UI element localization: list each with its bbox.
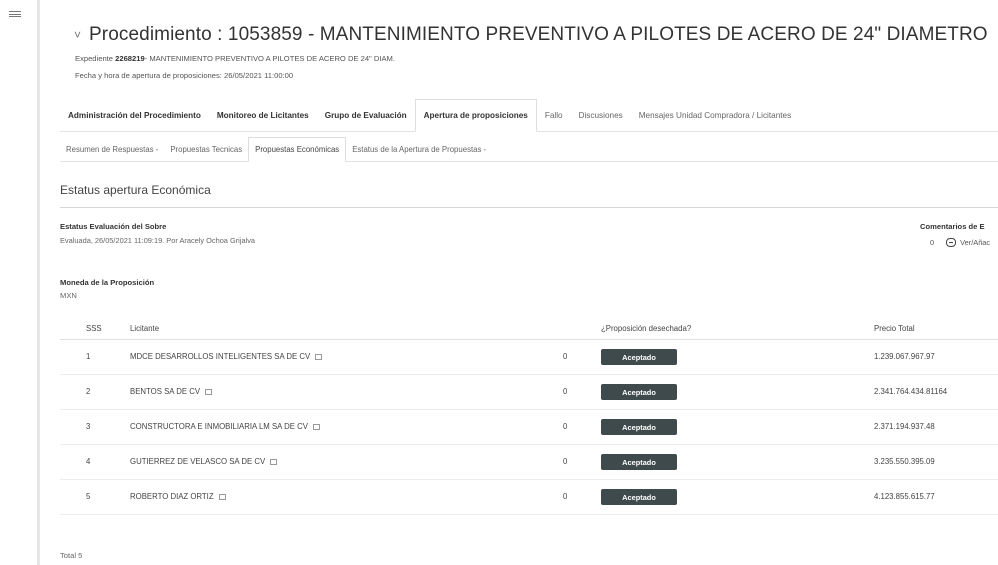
tab-discusiones[interactable]: Discusiones xyxy=(571,99,631,132)
row-index: 3 xyxy=(86,422,91,431)
table-row: 4 GUTIERREZ DE VELASCO SA DE CV 0 Acepta… xyxy=(60,445,998,480)
comments-link[interactable]: Ver/Añac xyxy=(960,238,990,247)
header-price: Precio Total xyxy=(874,324,915,333)
row-zero: 0 xyxy=(563,422,568,431)
tab-grupo-evaluacion[interactable]: Grupo de Evaluación xyxy=(317,99,415,132)
title-row: ˅ Procedimiento : 1053859 - MANTENIMIENT… xyxy=(60,24,988,46)
chevron-down-icon[interactable]: ˅ xyxy=(74,28,81,42)
tab-apertura[interactable]: Apertura de proposiciones xyxy=(414,99,537,132)
bidder-name[interactable]: GUTIERREZ DE VELASCO SA DE CV xyxy=(130,457,265,466)
status-badge: Aceptado xyxy=(601,349,677,365)
row-bidder[interactable]: BENTOS SA DE CV xyxy=(130,387,213,396)
subtab-tecnicas[interactable]: Propuestas Tecnicas xyxy=(164,137,248,162)
header-bidder: Licitante xyxy=(130,324,160,333)
status-badge: Aceptado xyxy=(601,489,677,505)
table-row: 2 BENTOS SA DE CV 0 Aceptado 2.341.764.4… xyxy=(60,375,998,410)
bidder-name[interactable]: MDCE DESARROLLOS INTELIGENTES SA DE CV xyxy=(130,352,310,361)
row-index: 5 xyxy=(86,492,91,501)
bidder-name[interactable]: CONSTRUCTORA E INMOBILIARIA LM SA DE CV xyxy=(130,422,308,431)
external-link-icon[interactable] xyxy=(312,424,320,430)
procedure-header: ˅ Procedimiento : 1053859 - MANTENIMIENT… xyxy=(60,24,988,80)
row-total: 2.371.194.937.48 xyxy=(874,422,935,431)
evaluation-label: Estatus Evaluación del Sobre xyxy=(60,222,167,231)
external-link-icon[interactable] xyxy=(218,494,226,500)
expediente-label: Expediente xyxy=(75,54,113,63)
status-badge: Aceptado xyxy=(601,419,677,435)
row-index: 4 xyxy=(86,457,91,466)
row-total: 1.239.067.967.97 xyxy=(874,352,935,361)
tab-monitoreo[interactable]: Monitoreo de Licitantes xyxy=(209,99,317,132)
external-link-icon[interactable] xyxy=(205,389,213,395)
row-bidder[interactable]: CONSTRUCTORA E INMOBILIARIA LM SA DE CV xyxy=(130,422,320,431)
row-bidder[interactable]: ROBERTO DIAZ ORTIZ xyxy=(130,492,226,501)
expediente-line: Expediente 2268219- MANTENIMIENTO PREVEN… xyxy=(75,54,988,63)
main-content: ˅ Procedimiento : 1053859 - MANTENIMIENT… xyxy=(60,0,998,565)
subtab-resumen[interactable]: Resumen de Respuestas - xyxy=(60,137,164,162)
section-title: Estatus apertura Económica xyxy=(60,183,211,197)
row-zero: 0 xyxy=(563,492,568,501)
comments-count: 0 xyxy=(930,238,935,247)
row-index: 1 xyxy=(86,352,91,361)
currency-label: Moneda de la Proposición xyxy=(60,278,155,287)
header-idx: SSS xyxy=(86,324,102,333)
currency-value: MXN xyxy=(60,291,77,300)
expediente-number: 2268219 xyxy=(115,54,145,63)
table-row: 3 CONSTRUCTORA E INMOBILIARIA LM SA DE C… xyxy=(60,410,998,445)
bidders-table: SSS Licitante ¿Proposición desechada? Pr… xyxy=(60,318,998,515)
subtab-economicas[interactable]: Propuestas Económicas xyxy=(248,137,347,162)
row-zero: 0 xyxy=(563,387,568,396)
subtab-estatus[interactable]: Estatus de la Apertura de Propuestas - xyxy=(346,137,492,162)
tab-fallo[interactable]: Fallo xyxy=(537,99,571,132)
sub-tabs: Resumen de Respuestas - Propuestas Tecni… xyxy=(60,137,998,162)
table-header: SSS Licitante ¿Proposición desechada? Pr… xyxy=(60,318,998,340)
comment-icon[interactable] xyxy=(946,238,957,247)
status-badge: Aceptado xyxy=(601,454,677,470)
row-zero: 0 xyxy=(563,352,568,361)
evaluation-value: Evaluada, 26/05/2021 11:09:19. Por Arace… xyxy=(60,236,256,245)
row-total: 3.235.550.395.09 xyxy=(874,457,935,466)
row-zero: 0 xyxy=(563,457,568,466)
left-rail xyxy=(0,0,40,565)
row-bidder[interactable]: MDCE DESARROLLOS INTELIGENTES SA DE CV xyxy=(130,352,323,361)
tab-mensajes[interactable]: Mensajes Unidad Compradora / Licitantes xyxy=(631,99,799,132)
expediente-desc: - MANTENIMIENTO PREVENTIVO A PILOTES DE … xyxy=(144,54,395,63)
opening-datetime: Fecha y hora de apertura de proposicione… xyxy=(75,71,294,80)
header-rejected: ¿Proposición desechada? xyxy=(601,324,692,333)
external-link-icon[interactable] xyxy=(270,459,278,465)
row-total: 2.341.764.434.81164 xyxy=(874,387,948,396)
page-title: Procedimiento : 1053859 - MANTENIMIENTO … xyxy=(89,24,988,45)
row-total: 4.123.855.615.77 xyxy=(874,492,935,501)
comments-label: Comentarios de E xyxy=(920,222,985,231)
external-link-icon[interactable] xyxy=(315,354,323,360)
bidder-name[interactable]: BENTOS SA DE CV xyxy=(130,387,200,396)
left-rail-edge xyxy=(37,0,40,565)
table-total-count: Total 5 xyxy=(60,551,83,560)
main-tabs: Administración del Procedimiento Monitor… xyxy=(60,99,998,132)
section-divider xyxy=(60,207,998,208)
bidder-name[interactable]: ROBERTO DIAZ ORTIZ xyxy=(130,492,214,501)
comments-row: 0 Ver/Añac xyxy=(930,238,990,247)
row-index: 2 xyxy=(86,387,91,396)
row-bidder[interactable]: GUTIERREZ DE VELASCO SA DE CV xyxy=(130,457,278,466)
table-row: 1 MDCE DESARROLLOS INTELIGENTES SA DE CV… xyxy=(60,340,998,375)
table-row: 5 ROBERTO DIAZ ORTIZ 0 Aceptado 4.123.85… xyxy=(60,480,998,515)
tab-administracion[interactable]: Administración del Procedimiento xyxy=(60,99,209,132)
status-badge: Aceptado xyxy=(601,384,677,400)
hamburger-menu-icon[interactable] xyxy=(9,11,21,17)
